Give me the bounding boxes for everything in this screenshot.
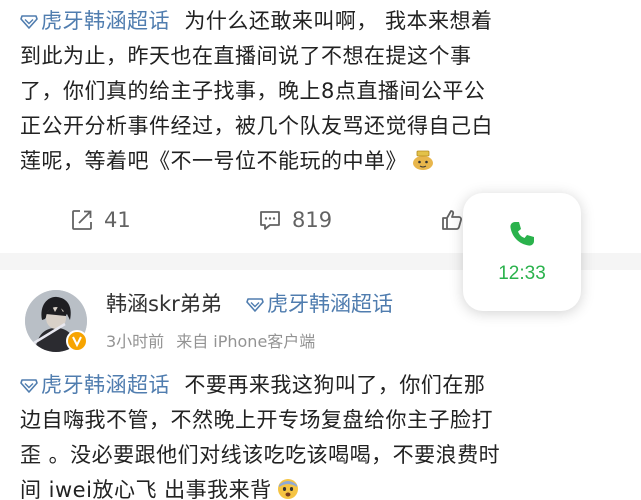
author-name[interactable]: 韩涵skr弟弟	[106, 288, 222, 318]
doge-emoji-icon	[413, 150, 433, 170]
post-line-text: 间 iwei放心飞 出事我来背	[20, 478, 272, 500]
post-source: 来自 iPhone客户端	[176, 332, 316, 351]
thumbs-up-icon	[442, 210, 463, 230]
post-line: 虎牙韩涵超话 为什么还敢来叫啊， 我本来想着	[20, 4, 620, 39]
post-meta: 3小时前 来自 iPhone客户端	[106, 328, 315, 352]
comment-icon	[260, 211, 280, 230]
share-button[interactable]: 41	[70, 200, 131, 240]
topic-label: 虎牙韩涵超话	[41, 9, 170, 33]
phone-icon	[510, 222, 534, 246]
comment-count: 819	[292, 208, 333, 232]
call-duration: 12:33	[498, 263, 546, 284]
topic-link[interactable]: 虎牙韩涵超话	[20, 373, 170, 397]
like-button[interactable]	[440, 200, 464, 240]
post-line: 虎牙韩涵超话 不要再来我这狗叫了，你们在那	[20, 368, 620, 403]
super-topic-icon	[20, 379, 38, 393]
post-line-text: 莲呢，等着吧《不一号位不能玩的中单》	[20, 149, 407, 173]
author-topic-link[interactable]: 虎牙韩涵超话	[246, 288, 393, 318]
post-time: 3小时前	[106, 332, 165, 351]
share-icon	[72, 210, 92, 230]
post-line-text: 为什么还敢来叫啊， 我本来想着	[184, 9, 493, 33]
post-line: 正公开分析事件经过，被几个队友骂还觉得自己白	[20, 114, 493, 138]
super-topic-icon	[246, 298, 264, 312]
post-line: 间 iwei放心飞 出事我来背	[20, 473, 620, 500]
topic-link[interactable]: 虎牙韩涵超话	[20, 9, 170, 33]
post-line: 莲呢，等着吧《不一号位不能玩的中单》	[20, 144, 620, 179]
super-topic-icon	[20, 15, 38, 29]
fearful-emoji-icon	[277, 479, 298, 499]
ongoing-call-widget[interactable]: 12:33	[463, 193, 581, 311]
verified-badge-icon	[66, 330, 88, 352]
share-count: 41	[104, 208, 131, 232]
post-line: 到此为止，昨天也在直播间说了不想在提这个事	[20, 44, 472, 68]
post-line: 歪 。没必要跟他们对线该吃吃该喝喝，不要浪费时	[20, 443, 501, 467]
post-line: 了，你们真的给主子找事，晚上8点直播间公平公	[20, 79, 486, 103]
topic-label: 虎牙韩涵超话	[41, 373, 170, 397]
post-line: 边自嗨我不管，不然晚上开专场复盘给你主子脸打	[20, 408, 493, 432]
comment-button[interactable]: 819	[258, 200, 332, 240]
post-body: 虎牙韩涵超话 为什么还敢来叫啊， 我本来想着 到此为止，昨天也在直播间说了不想在…	[20, 4, 620, 179]
post-line-text: 不要再来我这狗叫了，你们在那	[184, 373, 486, 397]
post-body: 虎牙韩涵超话 不要再来我这狗叫了，你们在那 边自嗨我不管，不然晚上开专场复盘给你…	[20, 368, 620, 500]
author-topic-label: 虎牙韩涵超话	[267, 292, 393, 316]
